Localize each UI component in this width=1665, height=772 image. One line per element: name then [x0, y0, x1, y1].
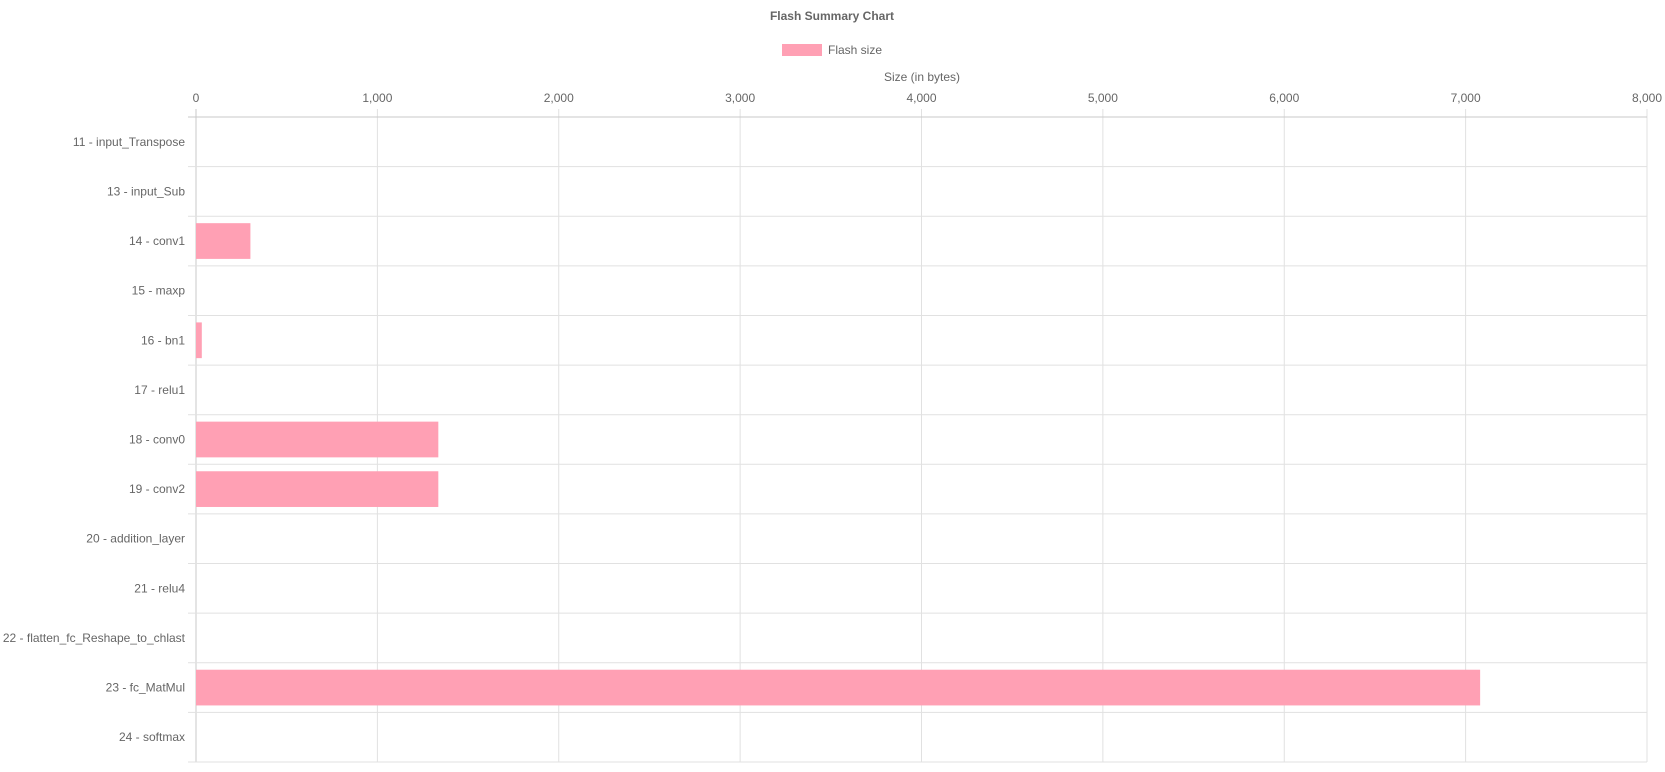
- bar-18-conv0[interactable]: [196, 421, 439, 458]
- y-category-label: 23 - fc_MatMul: [106, 681, 185, 695]
- legend-swatch: [782, 44, 822, 56]
- x-tick-label: 0: [193, 91, 200, 105]
- y-category-label: 14 - conv1: [129, 234, 185, 248]
- legend-label-flash-size: Flash size: [828, 43, 882, 57]
- x-tick-label: 5,000: [1088, 91, 1118, 105]
- bar-19-conv2[interactable]: [196, 471, 439, 507]
- x-axis-ticks: 0 1,000 2,000 3,000 4,000 5,000 6,000 7,000 8,00…: [193, 91, 1663, 105]
- bar-16-bn1[interactable]: [196, 322, 202, 359]
- x-axis-title: Size (in bytes): [884, 70, 960, 84]
- x-tick-label: 4,000: [906, 91, 936, 105]
- chart-title: Flash Summary Chart: [770, 9, 894, 23]
- y-category-label: 21 - relu4: [134, 581, 185, 595]
- y-category-label: 15 - maxp: [132, 284, 186, 298]
- y-category-label: 16 - bn1: [141, 333, 185, 347]
- y-category-label: 20 - addition_layer: [86, 532, 185, 546]
- bar-23-fc-matmul[interactable]: [196, 669, 1481, 706]
- y-category-label: 17 - relu1: [134, 383, 185, 397]
- y-category-label: 24 - softmax: [119, 730, 185, 744]
- flash-summary-chart: Flash Summary Chart Flash size Size (in …: [0, 0, 1665, 772]
- x-tick-label: 2,000: [544, 91, 574, 105]
- x-tick-label: 8,000: [1632, 91, 1662, 105]
- y-category-label: 19 - conv2: [129, 482, 185, 496]
- x-tick-label: 6,000: [1269, 91, 1299, 105]
- y-category-label: 11 - input_Transpose: [73, 135, 185, 149]
- bar-14-conv1[interactable]: [196, 223, 251, 259]
- x-tick-label: 1,000: [362, 91, 392, 105]
- legend[interactable]: Flash size: [782, 43, 882, 57]
- y-category-label: 22 - flatten_fc_Reshape_to_chlast: [3, 631, 186, 645]
- y-category-label: 13 - input_Sub: [107, 184, 185, 198]
- chart-canvas: Flash Summary Chart Flash size Size (in …: [3, 9, 1663, 763]
- x-tick-label: 3,000: [725, 91, 755, 105]
- y-axis-labels: 11 - input_Transpose 13 - input_Sub 14 - c…: [3, 135, 186, 744]
- x-tick-label: 7,000: [1451, 91, 1481, 105]
- y-category-label: 18 - conv0: [129, 433, 185, 447]
